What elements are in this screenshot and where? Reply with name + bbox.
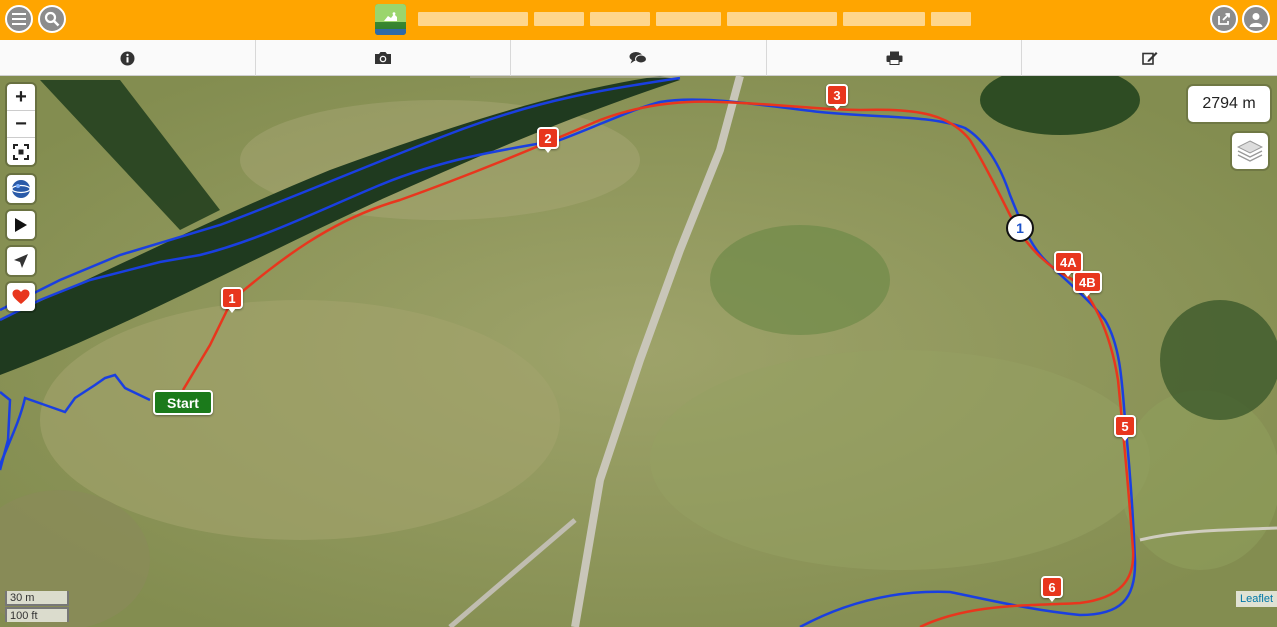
heart-icon [12, 289, 30, 304]
comments-icon [629, 52, 648, 64]
tab-info[interactable] [0, 40, 256, 76]
search-icon [44, 11, 60, 27]
tab-print[interactable] [767, 40, 1023, 76]
blurred-page-title [418, 12, 971, 28]
info-icon [120, 51, 135, 65]
fullscreen-button[interactable] [7, 138, 35, 165]
user-button[interactable] [1242, 5, 1270, 33]
share-button[interactable] [1210, 5, 1238, 33]
waypoint-marker-5[interactable]: 5 [1114, 415, 1136, 441]
search-button[interactable] [38, 5, 66, 33]
fullscreen-icon [13, 143, 29, 160]
tab-edit[interactable] [1022, 40, 1277, 76]
share-icon [1217, 13, 1230, 25]
zoom-control: + − [7, 84, 35, 165]
layers-button[interactable] [1232, 133, 1268, 169]
favourite-button[interactable] [7, 283, 35, 311]
scale-imperial: 100 ft [5, 607, 69, 622]
play-icon [15, 218, 27, 232]
globe-button[interactable] [7, 175, 35, 203]
numbered-point-marker[interactable]: 1 [1006, 214, 1034, 242]
tab-toolbar [0, 40, 1277, 76]
zoom-in-button[interactable]: + [7, 84, 35, 111]
waypoint-marker-4b[interactable]: 4B [1073, 271, 1102, 297]
scale-bar: 30 m 100 ft [5, 591, 69, 622]
start-marker[interactable]: Start [153, 390, 213, 415]
waypoint-marker-3[interactable]: 3 [826, 84, 848, 110]
locate-button[interactable] [7, 247, 35, 275]
menu-icon [12, 13, 26, 25]
menu-button[interactable] [5, 5, 33, 33]
waypoint-marker-1[interactable]: 1 [221, 287, 243, 313]
satellite-imagery [0, 76, 1277, 627]
map-view[interactable]: + − 2794 m Start 1 2 3 4A 4B 5 6 1 30 m … [0, 76, 1277, 627]
waypoint-marker-4a[interactable]: 4A [1054, 251, 1083, 277]
tab-photos[interactable] [256, 40, 512, 76]
camera-icon [374, 52, 391, 64]
print-icon [886, 51, 903, 65]
zoom-out-button[interactable]: − [7, 111, 35, 138]
user-icon [1249, 12, 1263, 27]
layers-icon [1237, 140, 1263, 162]
location-arrow-icon [14, 254, 28, 268]
app-logo-icon [375, 4, 406, 35]
globe-icon [11, 180, 31, 198]
tab-comments[interactable] [511, 40, 767, 76]
scale-metric: 30 m [5, 591, 69, 606]
waypoint-marker-6[interactable]: 6 [1041, 576, 1063, 602]
top-bar [0, 0, 1277, 40]
leaflet-attribution-link[interactable]: Leaflet [1235, 591, 1277, 607]
waypoint-marker-2[interactable]: 2 [537, 127, 559, 153]
play-button[interactable] [7, 211, 35, 239]
distance-display: 2794 m [1188, 86, 1270, 122]
edit-icon [1141, 52, 1158, 65]
